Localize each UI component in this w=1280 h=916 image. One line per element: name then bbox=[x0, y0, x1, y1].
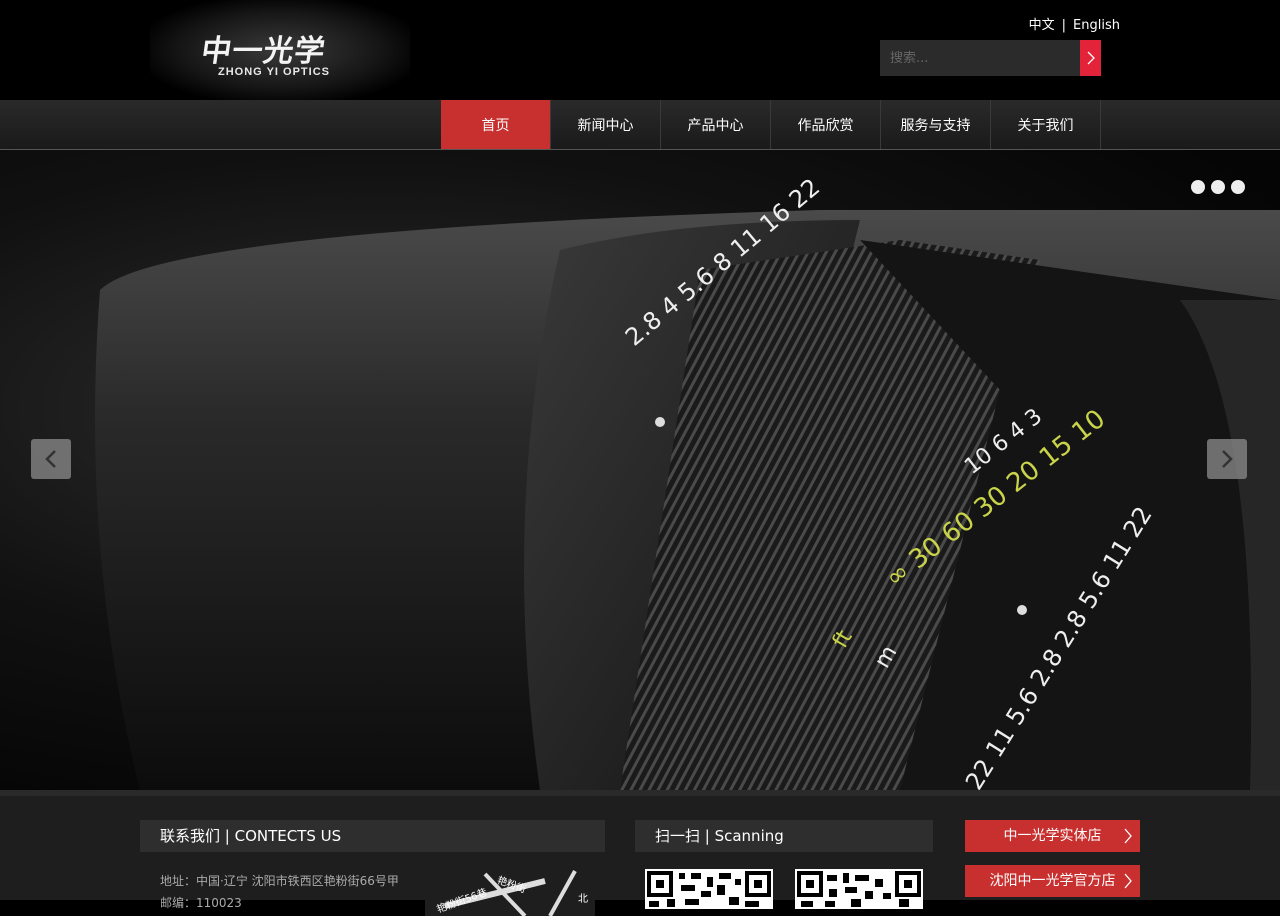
lens-image bbox=[95, 210, 1280, 790]
nav-item-products[interactable]: 产品中心 bbox=[661, 100, 771, 149]
header: 中一光学 ZHONG YI OPTICS 中文 | English bbox=[0, 0, 1280, 100]
slide-dot[interactable] bbox=[1211, 180, 1225, 194]
slide-indicators bbox=[1191, 180, 1245, 194]
physical-store-button[interactable]: 中一光学实体店 bbox=[965, 820, 1140, 852]
search-input[interactable] bbox=[880, 40, 1080, 76]
qr-code bbox=[645, 869, 773, 909]
logo[interactable]: 中一光学 ZHONG YI OPTICS bbox=[150, 0, 410, 100]
banner-next-button[interactable] bbox=[1207, 439, 1247, 479]
footer: 联系我们 | CONTECTS US 地址：中国·辽宁 沈阳市铁西区艳粉街66号… bbox=[0, 790, 1280, 916]
slide-dot[interactable] bbox=[1191, 180, 1205, 194]
physical-store-label: 中一光学实体店 bbox=[1003, 828, 1102, 844]
nav-item-support[interactable]: 服务与支持 bbox=[881, 100, 991, 149]
lang-english-link[interactable]: English bbox=[1073, 18, 1120, 33]
official-store-button[interactable]: 沈阳中一光学官方店 bbox=[965, 865, 1140, 897]
slide-dot[interactable] bbox=[1231, 180, 1245, 194]
chevron-right-icon bbox=[1124, 873, 1132, 889]
main-nav: 首页 新闻中心 产品中心 作品欣赏 服务与支持 关于我们 bbox=[441, 100, 1101, 149]
lang-chinese-link[interactable]: 中文 bbox=[1029, 18, 1055, 33]
logo-chinese-text: 中一光学 bbox=[199, 34, 328, 69]
chevron-left-icon bbox=[45, 450, 56, 468]
search-box bbox=[880, 40, 1101, 76]
chevron-right-icon bbox=[1222, 450, 1233, 468]
nav-item-news[interactable]: 新闻中心 bbox=[551, 100, 661, 149]
nav-item-about[interactable]: 关于我们 bbox=[991, 100, 1101, 149]
postcode-text: 邮编：110023 bbox=[160, 896, 242, 910]
main-navbar: 首页 新闻中心 产品中心 作品欣赏 服务与支持 关于我们 bbox=[0, 100, 1280, 150]
contact-title: 联系我们 | CONTECTS US bbox=[140, 820, 605, 852]
chevron-right-icon bbox=[1124, 828, 1132, 844]
nav-item-gallery[interactable]: 作品欣赏 bbox=[771, 100, 881, 149]
official-store-label: 沈阳中一光学官方店 bbox=[989, 873, 1116, 889]
banner-prev-button[interactable] bbox=[31, 439, 71, 479]
chevron-right-icon bbox=[1087, 51, 1095, 65]
logo-english-text: ZHONG YI OPTICS bbox=[218, 66, 330, 78]
nav-item-home[interactable]: 首页 bbox=[441, 100, 551, 149]
qr-code bbox=[795, 869, 923, 909]
language-switcher: 中文 | English bbox=[1029, 14, 1120, 33]
search-button[interactable] bbox=[1080, 40, 1101, 76]
lang-separator: | bbox=[1061, 18, 1067, 33]
address-text: 地址：中国·辽宁 沈阳市铁西区艳粉街66号甲 bbox=[160, 874, 399, 888]
scan-title: 扫一扫 | Scanning bbox=[635, 820, 933, 852]
hero-banner: 2.8 4 5.6 8 11 16 22 ∞ 30 60 30 20 15 10… bbox=[0, 150, 1280, 790]
map-label-north: 北 bbox=[578, 894, 588, 905]
